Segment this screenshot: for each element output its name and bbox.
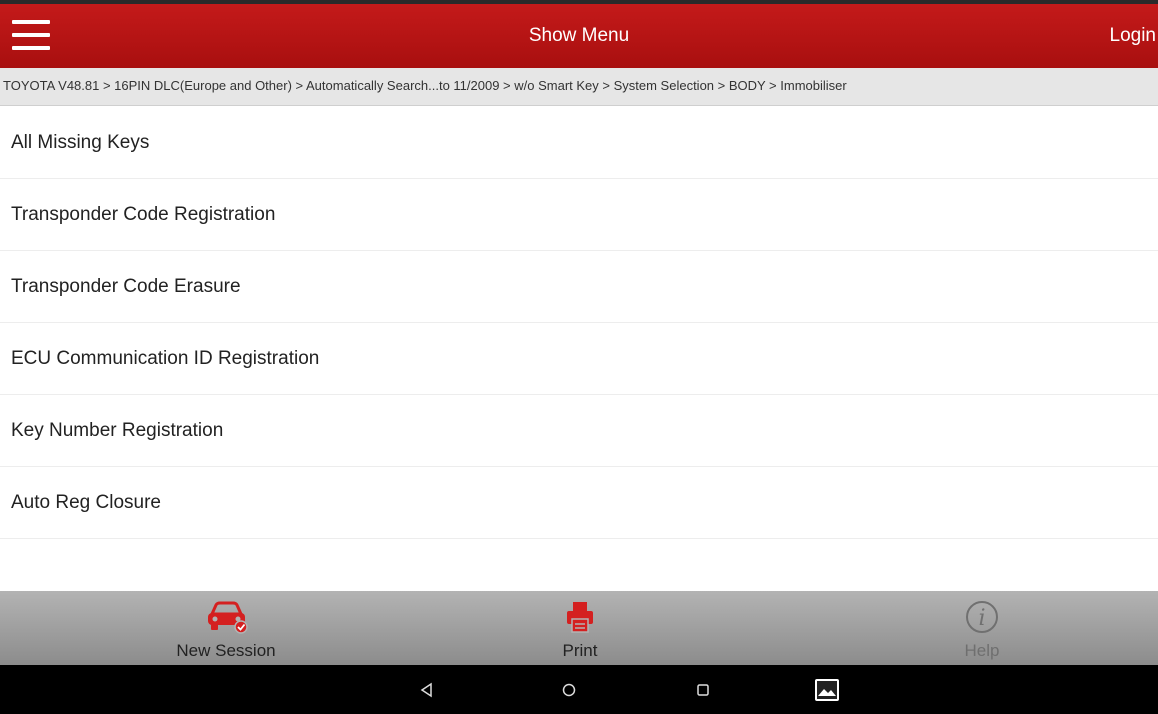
menu-item-label: Auto Reg Closure: [11, 491, 161, 513]
bottom-toolbar: New Session Print i Help: [0, 591, 1158, 665]
menu-item-auto-reg-closure[interactable]: Auto Reg Closure: [0, 467, 1158, 539]
android-nav-bar: [0, 665, 1158, 714]
menu-item-label: Transponder Code Erasure: [11, 275, 241, 297]
menu-item-transponder-code-registration[interactable]: Transponder Code Registration: [0, 179, 1158, 251]
menu-item-all-missing-keys[interactable]: All Missing Keys: [0, 107, 1158, 179]
function-menu-list: All Missing Keys Transponder Code Regist…: [0, 107, 1158, 539]
recents-square-icon[interactable]: [690, 677, 716, 703]
menu-item-key-number-registration[interactable]: Key Number Registration: [0, 395, 1158, 467]
menu-item-label: ECU Communication ID Registration: [11, 347, 320, 369]
page-title: Show Menu: [528, 25, 630, 46]
help-button[interactable]: i Help: [902, 599, 1062, 661]
help-label: Help: [964, 641, 1000, 660]
back-triangle-icon[interactable]: [414, 677, 440, 703]
print-label: Print: [562, 641, 598, 660]
car-icon: [146, 599, 306, 635]
login-button[interactable]: Login: [1110, 25, 1157, 47]
new-session-button[interactable]: New Session: [146, 599, 306, 661]
gallery-icon[interactable]: [814, 677, 840, 703]
menu-item-label: All Missing Keys: [11, 131, 150, 153]
print-button[interactable]: Print: [500, 599, 660, 661]
menu-item-transponder-code-erasure[interactable]: Transponder Code Erasure: [0, 251, 1158, 323]
home-circle-icon[interactable]: [556, 677, 582, 703]
menu-item-label: Key Number Registration: [11, 419, 224, 441]
svg-text:i: i: [978, 606, 985, 631]
printer-icon: [500, 599, 660, 635]
app-header: Show Menu Login: [0, 0, 1158, 68]
menu-item-ecu-communication-id-registration[interactable]: ECU Communication ID Registration: [0, 323, 1158, 395]
breadcrumb: TOYOTA V48.81 > 16PIN DLC(Europe and Oth…: [0, 68, 1158, 106]
info-icon: i: [902, 599, 1062, 635]
new-session-label: New Session: [176, 641, 276, 660]
menu-item-label: Transponder Code Registration: [11, 203, 276, 225]
